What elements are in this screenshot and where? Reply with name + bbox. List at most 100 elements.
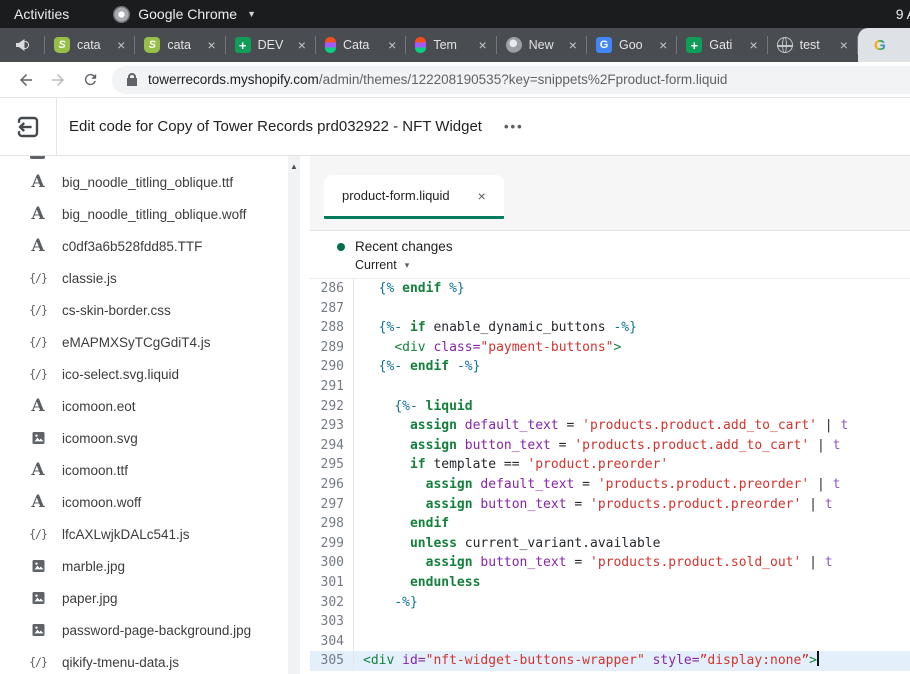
tab-close-icon[interactable]: × xyxy=(659,37,667,53)
file-item-cs-skin-border.css[interactable]: {/}cs-skin-border.css xyxy=(0,294,310,326)
tab-close-icon[interactable]: × xyxy=(207,37,215,53)
code-line-299[interactable]: 299 unless current_variant.available xyxy=(310,534,910,554)
code-line-296[interactable]: 296 assign default_text = 'products.prod… xyxy=(310,475,910,495)
line-number: 295 xyxy=(310,455,354,475)
editor-tab-title: product-form.liquid xyxy=(342,188,450,203)
ssl-lock-icon[interactable] xyxy=(126,73,138,87)
scroll-up-arrow-icon[interactable]: ▲ xyxy=(288,160,300,172)
editor-body: Abig_noodle_titling_oblique.ttfAbig_nood… xyxy=(0,156,910,674)
file-item-c0df3a6b528fdd85.TTF[interactable]: Ac0df3a6b528fdd85.TTF xyxy=(0,230,310,262)
code-line-305[interactable]: 305<div id="nft-widget-buttons-wrapper" … xyxy=(310,651,910,671)
tab-close-icon[interactable]: × xyxy=(388,37,396,53)
file-name: c0df3a6b528fdd85.TTF xyxy=(62,239,202,254)
browser-tab-partial[interactable]: G xyxy=(858,28,910,62)
font-file-icon: A xyxy=(28,492,48,512)
code-file-icon: {/} xyxy=(28,335,48,349)
line-number: 292 xyxy=(310,397,354,417)
browser-tab-title: cata xyxy=(77,38,110,52)
file-name: password-page-background.jpg xyxy=(62,623,251,638)
browser-tab-Gati[interactable]: +Gati× xyxy=(677,28,766,62)
line-content: <div class="payment-buttons"> xyxy=(354,338,621,358)
file-item-icomoon.eot[interactable]: Aicomoon.eot xyxy=(0,390,310,422)
file-item-classie.js[interactable]: {/}classie.js xyxy=(0,262,310,294)
code-line-289[interactable]: 289 <div class="payment-buttons"> xyxy=(310,338,910,358)
code-file-icon: {/} xyxy=(28,367,48,381)
tab-close-icon[interactable]: × xyxy=(569,37,577,53)
tab-close-icon[interactable]: × xyxy=(840,37,848,53)
editor-tab-close-icon[interactable]: × xyxy=(478,188,486,204)
file-item-paper.jpg[interactable]: paper.jpg xyxy=(0,582,310,614)
version-dropdown[interactable]: Current ▾ xyxy=(355,258,910,272)
editor-tab-product-form[interactable]: product-form.liquid × xyxy=(324,175,504,219)
browser-tab-cata[interactable]: Scata× xyxy=(135,28,224,62)
code-line-294[interactable]: 294 assign button_text = 'products.produ… xyxy=(310,436,910,456)
code-line-304[interactable]: 304 xyxy=(310,632,910,652)
sidebar-scrollbar[interactable]: ▲ xyxy=(288,156,300,674)
clock[interactable]: 9 A xyxy=(896,6,910,22)
file-item-ico-select.svg.liquid[interactable]: {/} ico-select.svg.liquid xyxy=(0,358,310,390)
file-item-lfcAXLwjkDALc541.js[interactable]: {/}lfcAXLwjkDALc541.js xyxy=(0,518,310,550)
forward-button[interactable] xyxy=(42,64,74,96)
file-item-password-page-background.jpg[interactable]: password-page-background.jpg xyxy=(0,614,310,646)
more-actions-button[interactable]: ••• xyxy=(504,119,524,134)
browser-tab-cata[interactable]: Scata× xyxy=(45,28,134,62)
line-number: 303 xyxy=(310,612,354,632)
url-domain: towerrecords.myshopify.com xyxy=(148,72,319,87)
line-number: 305 xyxy=(310,651,354,671)
tab-close-icon[interactable]: × xyxy=(298,37,306,53)
code-line-287[interactable]: 287 xyxy=(310,299,910,319)
shopify-editor-header: Edit code for Copy of Tower Records prd0… xyxy=(0,98,910,156)
line-number: 294 xyxy=(310,436,354,456)
file-name: ico-select.svg.liquid xyxy=(62,367,179,382)
file-item-icomoon.ttf[interactable]: Aicomoon.ttf xyxy=(0,454,310,486)
focused-app-menu[interactable]: Google Chrome ▼ xyxy=(113,6,256,23)
file-name: eMAPMXSyTCgGdiT4.js xyxy=(62,335,211,350)
google-favicon-icon: G xyxy=(872,37,888,53)
code-line-303[interactable]: 303 xyxy=(310,612,910,632)
tab-close-icon[interactable]: × xyxy=(749,37,757,53)
activities-button[interactable]: Activities xyxy=(14,6,69,22)
globe-favicon-icon xyxy=(777,37,793,53)
file-item-big_noodle_titling_oblique.ttf[interactable]: Abig_noodle_titling_oblique.ttf xyxy=(0,166,310,198)
file-item-marble.jpg[interactable]: marble.jpg xyxy=(0,550,310,582)
os-top-bar: Activities Google Chrome ▼ 9 A xyxy=(0,0,910,28)
browser-tab-Goo[interactable]: GGoo× xyxy=(587,28,676,62)
audio-tab-stub[interactable] xyxy=(0,28,44,62)
code-line-286[interactable]: 286 {% endif %} xyxy=(310,279,910,299)
code-line-290[interactable]: 290 {%- endif -%} xyxy=(310,357,910,377)
code-line-297[interactable]: 297 assign button_text = 'products.produ… xyxy=(310,495,910,515)
browser-tab-test[interactable]: test× xyxy=(768,28,857,62)
file-item-eMAPMXSyTCgGdiT4.js[interactable]: {/} eMAPMXSyTCgGdiT4.js xyxy=(0,326,310,358)
line-content: assign button_text = 'products.product.p… xyxy=(354,495,833,515)
browser-tab-Cata[interactable]: Cata× xyxy=(316,28,405,62)
browser-tab-title: Goo xyxy=(619,38,652,52)
code-line-295[interactable]: 295 if template == 'product.preorder' xyxy=(310,455,910,475)
line-number: 289 xyxy=(310,338,354,358)
code-line-293[interactable]: 293 assign default_text = 'products.prod… xyxy=(310,416,910,436)
browser-tab-Tem[interactable]: Tem× xyxy=(406,28,495,62)
file-item-big_noodle_titling_oblique.woff[interactable]: Abig_noodle_titling_oblique.woff xyxy=(0,198,310,230)
tab-close-icon[interactable]: × xyxy=(478,37,486,53)
file-item-icomoon.woff[interactable]: Aicomoon.woff xyxy=(0,486,310,518)
code-line-298[interactable]: 298 endif xyxy=(310,514,910,534)
tab-close-icon[interactable]: × xyxy=(117,37,125,53)
browser-tab-DEV[interactable]: +DEV× xyxy=(226,28,315,62)
file-name: qikify-tmenu-data.js xyxy=(62,655,179,670)
code-line-301[interactable]: 301 endunless xyxy=(310,573,910,593)
exit-editor-button[interactable] xyxy=(0,98,57,155)
browser-tab-New[interactable]: New× xyxy=(497,28,586,62)
code-line-291[interactable]: 291 xyxy=(310,377,910,397)
address-bar[interactable]: towerrecords.myshopify.com/admin/themes/… xyxy=(112,66,910,94)
code-line-302[interactable]: 302 -%} xyxy=(310,593,910,613)
back-button[interactable] xyxy=(10,64,42,96)
code-line-300[interactable]: 300 assign button_text = 'products.produ… xyxy=(310,553,910,573)
file-item-icomoon.svg[interactable]: icomoon.svg xyxy=(0,422,310,454)
code-lines[interactable]: 286 {% endif %}287288 {%- if enable_dyna… xyxy=(310,279,910,674)
shopify-favicon-icon: S xyxy=(144,37,160,53)
reload-button[interactable] xyxy=(74,64,106,96)
app-menu-caret-icon: ▼ xyxy=(247,9,256,19)
line-content: unless current_variant.available xyxy=(354,534,660,554)
code-line-288[interactable]: 288 {%- if enable_dynamic_buttons -%} xyxy=(310,318,910,338)
code-line-292[interactable]: 292 {%- liquid xyxy=(310,397,910,417)
file-item-qikify-tmenu-data.js[interactable]: {/}qikify-tmenu-data.js xyxy=(0,646,310,674)
